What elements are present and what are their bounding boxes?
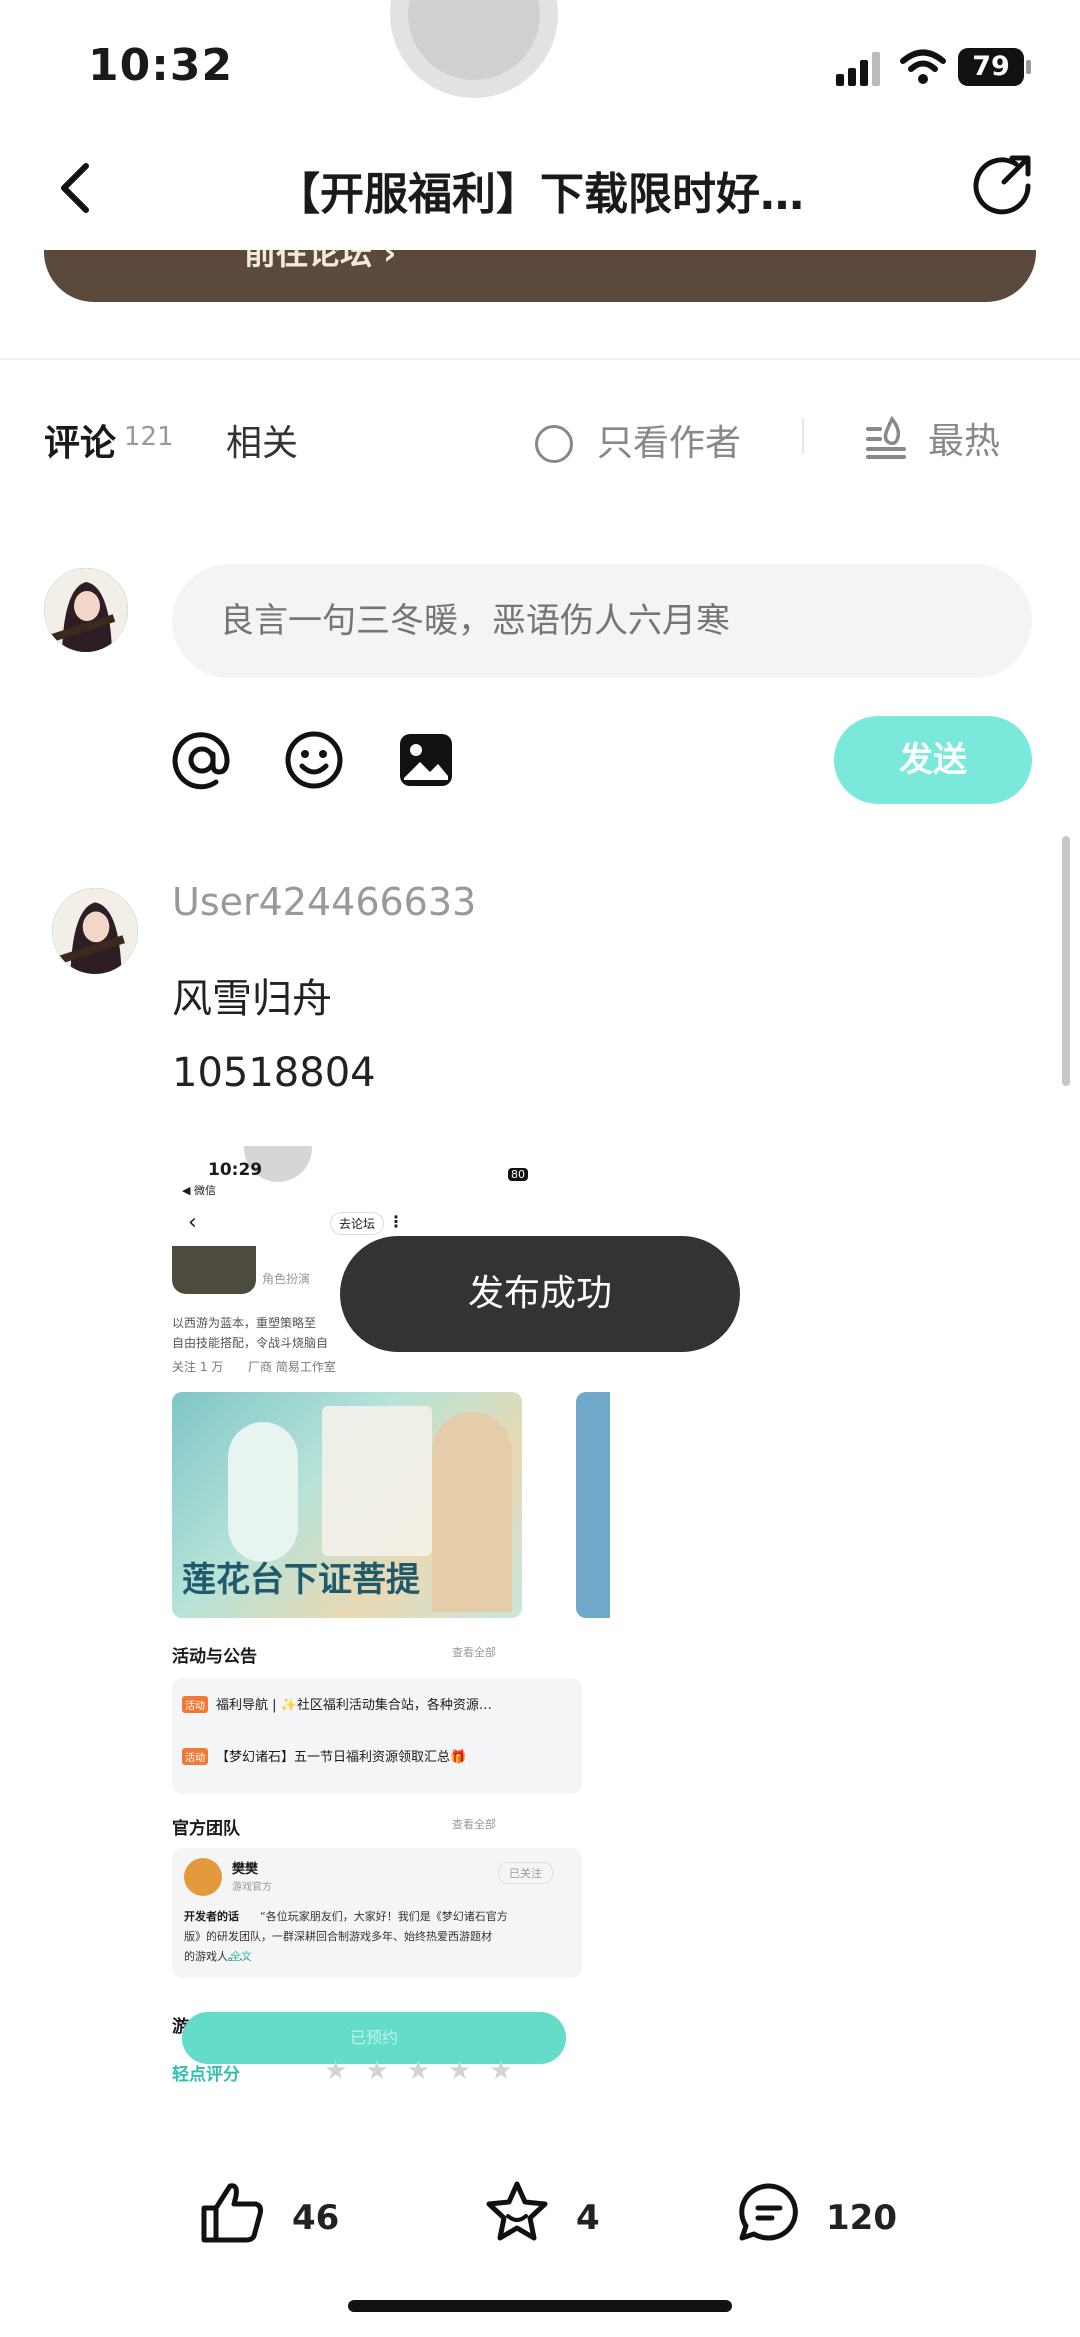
tab-comments[interactable]: 评论 (44, 414, 116, 466)
tab-related[interactable]: 相关 (226, 414, 298, 466)
shot-team-title: 官方团队 (172, 1819, 240, 1839)
shot-view-all: 查看全部 (452, 1646, 496, 1659)
signal-icon (836, 52, 880, 86)
sort-fire-icon (866, 415, 906, 459)
user-avatar[interactable] (44, 568, 128, 652)
radio-circle-icon (535, 425, 573, 463)
shot-dev-words: 版》的研发团队，一群深耕回合制游戏多年、始终热爱西游题材 (184, 1930, 492, 1943)
shot-game-title: 莲花台下证菩提 (182, 1560, 420, 1600)
shot-desc: 以西游为蓝本，重塑策略至 (172, 1316, 317, 1330)
emoji-icon[interactable] (284, 730, 344, 790)
favorites-count: 4 (576, 2198, 600, 2238)
mention-icon[interactable] (172, 730, 232, 790)
status-time: 10:32 (88, 40, 234, 91)
camera-cutout (390, 0, 558, 98)
comment-bubble-icon (739, 2183, 798, 2241)
nav-bar: 【开服福利】下载限时好… (0, 130, 1080, 250)
image-upload-icon[interactable] (396, 730, 456, 790)
likes-count: 46 (292, 2198, 340, 2238)
comments-total: 120 (826, 2198, 897, 2238)
thumbs-up-icon (201, 2183, 263, 2243)
home-indicator[interactable] (348, 2300, 732, 2312)
shot-view-all: 查看全部 (452, 1818, 496, 1831)
shot-rating-stars: ★★★★★ (324, 2056, 531, 2086)
status-bar: 10:32 79 (0, 0, 1080, 130)
shot-announce: 福利导航 | ✨社区福利活动集合站，各种资源… (216, 1698, 492, 1713)
sort-hot-button[interactable]: 最热 (866, 412, 1000, 464)
shot-dev-avatar (184, 1858, 222, 1896)
only-author-label: 只看作者 (597, 423, 742, 464)
shot-dev-role: 游戏官方 (232, 1882, 272, 1893)
shot-role: 角色扮演 (262, 1272, 311, 1286)
favorite-button[interactable]: 4 (484, 2180, 644, 2260)
back-icon[interactable] (56, 158, 96, 218)
shot-wechat: ◀ 微信 (182, 1184, 216, 1197)
shot-full-text: 全文 (230, 1950, 252, 1963)
shot-forum-button: 去论坛 (330, 1212, 385, 1235)
shot-dev-words: “各位玩家朋友们，大家好！我们是《梦幻诸石官方 (260, 1910, 508, 1923)
banner-label: 前往论坛 › (244, 250, 397, 272)
shot-followers: 关注 1 万 (172, 1360, 224, 1374)
shot-more-icon: ⋮ (388, 1212, 404, 1231)
shot-game-icon (172, 1246, 256, 1294)
send-button[interactable]: 发送 (834, 716, 1032, 804)
shot-dev-words-label: 开发者的话 (184, 1910, 239, 1923)
only-author-toggle[interactable]: 只看作者 (535, 414, 741, 466)
shot-time: 10:29 (208, 1160, 263, 1180)
shot-desc: 自由技能搭配，令战斗烧脑自 (172, 1336, 329, 1350)
page-title: 【开服福利】下载限时好… (276, 169, 804, 220)
comments-button[interactable]: 120 (736, 2180, 916, 2260)
forum-banner[interactable]: 前往论坛 › (44, 250, 1036, 302)
like-button[interactable]: 46 (200, 2180, 360, 2260)
wifi-icon (900, 49, 946, 84)
comment-text-line: 风雪归舟 (172, 976, 332, 1022)
battery-icon: 79 (958, 48, 1024, 86)
shot-back-icon: ‹ (188, 1210, 197, 1235)
tab-separator (802, 418, 804, 454)
comment-text-line: 10518804 (172, 1050, 376, 1096)
shot-followed: 已关注 (498, 1862, 553, 1884)
shot-announce: 【梦幻诸石】五一节日福利资源领取汇总🎁 (216, 1750, 467, 1765)
comment-username[interactable]: User424466633 (172, 880, 476, 924)
shot-rating-label: 轻点评分 (172, 2065, 240, 2085)
shot-battery: 80 (508, 1168, 528, 1181)
section-divider (0, 358, 1080, 360)
shot-dev-name: 樊樊 (232, 1862, 259, 1877)
shot-tag: 活动 (182, 1748, 208, 1765)
shot-activity-title: 活动与公告 (172, 1647, 257, 1667)
shot-banner-next (576, 1392, 610, 1618)
shot-tag: 活动 (182, 1696, 208, 1713)
bottom-action-bar: 46 4 120 (0, 2170, 1080, 2290)
scrollbar[interactable] (1062, 836, 1070, 1086)
share-icon[interactable] (970, 152, 1036, 218)
shot-studio: 厂商 简易工作室 (248, 1360, 336, 1374)
shot-game-banner: 莲花台下证菩提 (172, 1392, 522, 1618)
comment-input[interactable] (172, 564, 1032, 678)
comments-count: 121 (124, 422, 174, 452)
comment-tabs: 评论 121 相关 只看作者 最热 (0, 400, 1080, 480)
star-icon (486, 2181, 548, 2241)
battery-cap (1026, 60, 1031, 74)
success-toast: 发布成功 (340, 1236, 740, 1352)
sort-hot-label: 最热 (928, 421, 1001, 462)
commenter-avatar[interactable] (52, 888, 138, 974)
